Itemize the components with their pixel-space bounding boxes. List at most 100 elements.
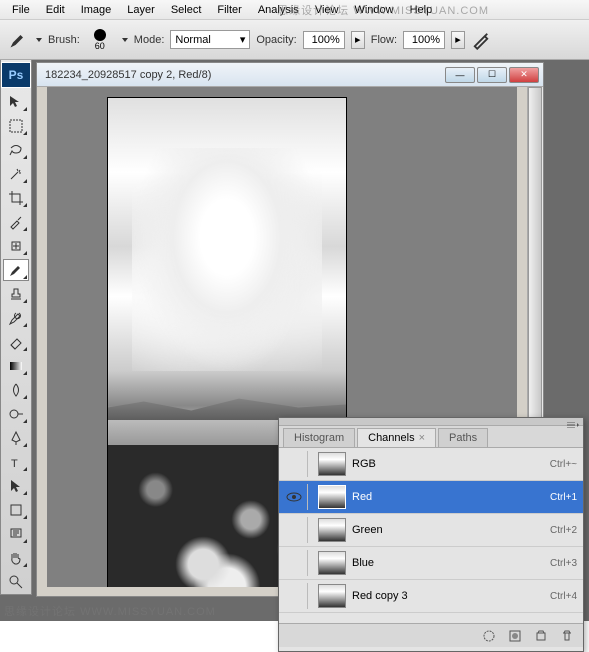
history-brush-tool[interactable] xyxy=(3,307,29,329)
close-button[interactable]: ✕ xyxy=(509,67,539,83)
save-selection-icon[interactable] xyxy=(505,627,525,645)
panel-footer xyxy=(279,623,583,647)
tab-channels-label: Channels xyxy=(368,432,414,444)
brush-preview-dot xyxy=(94,29,106,41)
options-bar: Brush: 60 Mode: Normal ▾ Opacity: 100% ▸… xyxy=(0,20,589,60)
document-title: 182234_20928517 copy 2, Red/8) xyxy=(41,69,211,81)
menu-file[interactable]: File xyxy=(4,2,38,18)
lasso-tool[interactable] xyxy=(3,139,29,161)
marquee-tool[interactable] xyxy=(3,115,29,137)
channel-thumb xyxy=(318,485,346,509)
toolbox: Ps T xyxy=(0,60,32,595)
brush-size-picker[interactable]: 60 xyxy=(86,29,114,51)
divider xyxy=(307,484,308,510)
zoom-tool[interactable] xyxy=(3,571,29,593)
channel-name: Green xyxy=(352,524,550,536)
hand-tool[interactable] xyxy=(3,547,29,569)
channels-panel: Histogram Channels × Paths RGB Ctrl+~ Red… xyxy=(278,417,584,652)
flow-input[interactable]: 100% xyxy=(403,31,445,49)
channel-list: RGB Ctrl+~ Red Ctrl+1 Green Ctrl+2 xyxy=(279,448,583,623)
menu-edit[interactable]: Edit xyxy=(38,2,73,18)
tab-histogram[interactable]: Histogram xyxy=(283,428,355,447)
channel-name: Blue xyxy=(352,557,550,569)
shape-tool[interactable] xyxy=(3,499,29,521)
eyedropper-tool[interactable] xyxy=(3,211,29,233)
pen-tool[interactable] xyxy=(3,427,29,449)
delete-channel-icon[interactable] xyxy=(557,627,577,645)
opacity-slider-button[interactable]: ▸ xyxy=(351,31,365,49)
mode-label: Mode: xyxy=(134,34,165,46)
wand-tool[interactable] xyxy=(3,163,29,185)
menu-layer[interactable]: Layer xyxy=(119,2,163,18)
blur-tool[interactable] xyxy=(3,379,29,401)
maximize-button[interactable]: ☐ xyxy=(477,67,507,83)
visibility-toggle[interactable] xyxy=(285,490,303,504)
menu-filter[interactable]: Filter xyxy=(209,2,249,18)
divider xyxy=(307,451,308,477)
flow-slider-button[interactable]: ▸ xyxy=(451,31,465,49)
flow-label: Flow: xyxy=(371,34,397,46)
notes-tool[interactable] xyxy=(3,523,29,545)
workspace: 182234_20928517 copy 2, Red/8) — ☐ ✕ xyxy=(0,60,589,621)
crop-tool[interactable] xyxy=(3,187,29,209)
channel-row-green[interactable]: Green Ctrl+2 xyxy=(279,514,583,547)
blend-mode-select[interactable]: Normal ▾ xyxy=(170,30,250,49)
brush-size-value: 60 xyxy=(95,41,105,51)
window-buttons: — ☐ ✕ xyxy=(445,67,539,83)
brush-dropdown[interactable] xyxy=(122,38,128,42)
visibility-toggle[interactable] xyxy=(285,523,303,537)
channel-row-redcopy[interactable]: Red copy 3 Ctrl+4 xyxy=(279,580,583,613)
visibility-toggle[interactable] xyxy=(285,589,303,603)
tab-close-icon[interactable]: × xyxy=(419,432,425,444)
menu-select[interactable]: Select xyxy=(163,2,210,18)
move-tool[interactable] xyxy=(3,91,29,113)
tab-channels[interactable]: Channels × xyxy=(357,428,436,447)
menu-image[interactable]: Image xyxy=(73,2,120,18)
menu-window[interactable]: Window xyxy=(346,2,401,18)
channel-shortcut: Ctrl+3 xyxy=(550,558,577,569)
channel-shortcut: Ctrl+2 xyxy=(550,525,577,536)
divider xyxy=(307,517,308,543)
tool-preset-dropdown[interactable] xyxy=(36,38,42,42)
ps-logo[interactable]: Ps xyxy=(1,62,31,88)
menu-analysis[interactable]: Analysis xyxy=(250,2,307,18)
channel-shortcut: Ctrl+4 xyxy=(550,591,577,602)
channel-row-red[interactable]: Red Ctrl+1 xyxy=(279,481,583,514)
eraser-tool[interactable] xyxy=(3,331,29,353)
visibility-toggle[interactable] xyxy=(285,457,303,471)
divider xyxy=(307,583,308,609)
airbrush-icon[interactable] xyxy=(471,30,491,50)
blend-mode-value: Normal xyxy=(175,34,210,46)
visibility-toggle[interactable] xyxy=(285,556,303,570)
channel-name: Red copy 3 xyxy=(352,590,550,602)
brush-tool-icon[interactable] xyxy=(8,30,28,50)
panel-tabs: Histogram Channels × Paths xyxy=(279,426,583,448)
new-channel-icon[interactable] xyxy=(531,627,551,645)
menu-help[interactable]: Help xyxy=(402,2,441,18)
channel-name: RGB xyxy=(352,458,550,470)
document-titlebar[interactable]: 182234_20928517 copy 2, Red/8) — ☐ ✕ xyxy=(37,63,543,87)
channel-row-blue[interactable]: Blue Ctrl+3 xyxy=(279,547,583,580)
menu-view[interactable]: View xyxy=(307,2,347,18)
type-tool[interactable]: T xyxy=(3,451,29,473)
channel-thumb xyxy=(318,551,346,575)
tab-paths[interactable]: Paths xyxy=(438,428,488,447)
panel-flyout-menu-icon[interactable] xyxy=(567,419,579,425)
dodge-tool[interactable] xyxy=(3,403,29,425)
image-clouds xyxy=(132,148,322,371)
brush-tool[interactable] xyxy=(3,259,29,281)
channel-shortcut: Ctrl+~ xyxy=(550,459,577,470)
load-selection-icon[interactable] xyxy=(479,627,499,645)
healing-tool[interactable] xyxy=(3,235,29,257)
stamp-tool[interactable] xyxy=(3,283,29,305)
channel-row-rgb[interactable]: RGB Ctrl+~ xyxy=(279,448,583,481)
opacity-input[interactable]: 100% xyxy=(303,31,345,49)
gradient-tool[interactable] xyxy=(3,355,29,377)
menu-bar: File Edit Image Layer Select Filter Anal… xyxy=(0,0,589,20)
panel-grip[interactable] xyxy=(279,418,583,426)
brush-label: Brush: xyxy=(48,34,80,46)
path-select-tool[interactable] xyxy=(3,475,29,497)
minimize-button[interactable]: — xyxy=(445,67,475,83)
eye-icon xyxy=(286,492,302,502)
divider xyxy=(307,550,308,576)
